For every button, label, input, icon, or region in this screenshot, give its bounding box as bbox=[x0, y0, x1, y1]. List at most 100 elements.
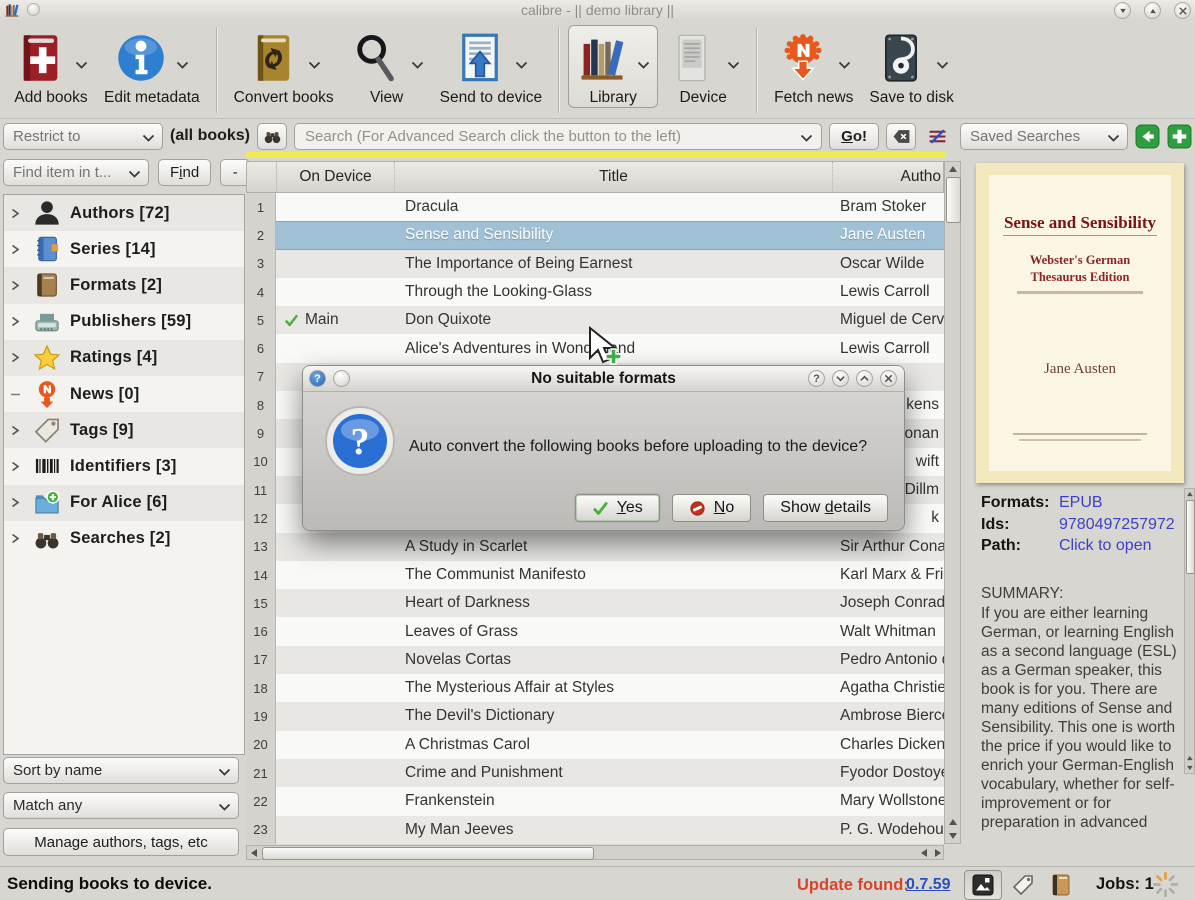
table-row[interactable]: 13A Study in ScarletSir Arthur Conan bbox=[246, 533, 944, 561]
table-row[interactable]: 22FrankensteinMary Wollstonec bbox=[246, 787, 944, 815]
match-combo[interactable]: Match any bbox=[3, 792, 239, 819]
maximize-button[interactable] bbox=[1144, 2, 1161, 19]
table-row[interactable]: 15Heart of DarknessJoseph Conrad bbox=[246, 589, 944, 617]
jobs-spinner-icon[interactable] bbox=[1152, 871, 1179, 898]
toolbar-save-to-disk[interactable]: Save to disk bbox=[861, 25, 961, 108]
scrollbar-thumb[interactable] bbox=[262, 847, 594, 860]
chevron-down-icon[interactable] bbox=[838, 61, 851, 69]
scrollbar-thumb[interactable] bbox=[1186, 500, 1195, 574]
chevron-down-icon[interactable] bbox=[800, 134, 813, 142]
toolbar-send-to-device[interactable]: Send to device bbox=[432, 25, 551, 108]
table-row[interactable]: 4Through the Looking-GlassLewis Carroll bbox=[246, 278, 944, 306]
table-row[interactable]: 6Alice's Adventures in WonderlandLewis C… bbox=[246, 334, 944, 362]
find-button[interactable]: Find bbox=[158, 159, 211, 186]
expander-icon[interactable] bbox=[11, 352, 24, 363]
sidebar-item-for-alice[interactable]: For Alice [6] bbox=[4, 485, 244, 521]
table-row[interactable]: 21Crime and PunishmentFyodor Dostoyev bbox=[246, 759, 944, 787]
table-row[interactable]: 20A Christmas CarolCharles Dickens bbox=[246, 731, 944, 759]
chevron-down-icon[interactable] bbox=[176, 61, 189, 69]
save-search-button[interactable] bbox=[1167, 124, 1192, 149]
dialog-restore-button[interactable] bbox=[856, 370, 873, 387]
minimize-button[interactable] bbox=[1114, 2, 1131, 19]
toolbar-fetch-news[interactable]: Fetch news bbox=[766, 25, 861, 108]
chevron-down-icon[interactable] bbox=[727, 61, 740, 69]
sort-by-combo[interactable]: Sort by name bbox=[3, 757, 239, 784]
column-header-title[interactable]: Title bbox=[395, 162, 833, 192]
table-row[interactable]: 17Novelas CortasPedro Antonio de bbox=[246, 646, 944, 674]
column-header-on-device[interactable]: On Device bbox=[277, 162, 395, 192]
expander-icon[interactable] bbox=[11, 280, 24, 291]
table-row[interactable]: 2Sense and SensibilityJane Austen bbox=[246, 221, 944, 249]
toolbar-convert-books[interactable]: Convert books bbox=[226, 25, 342, 108]
toolbar-add-books[interactable]: Add books bbox=[6, 25, 96, 108]
highlight-matches-button[interactable] bbox=[923, 123, 953, 150]
sidebar-item-identifiers[interactable]: Identifiers [3] bbox=[4, 448, 244, 484]
table-row[interactable]: 23My Man JeevesP. G. Wodehouse bbox=[246, 816, 944, 844]
toolbar-view[interactable]: View bbox=[342, 25, 432, 108]
expander-icon[interactable] bbox=[11, 316, 24, 327]
scroll-down-button[interactable] bbox=[945, 829, 960, 843]
advanced-search-button[interactable] bbox=[257, 123, 287, 150]
tag-browser-toggle-button[interactable] bbox=[1004, 870, 1042, 900]
isbn-link[interactable]: 9780497257972 bbox=[1059, 514, 1175, 536]
scroll-up-button[interactable] bbox=[945, 162, 960, 176]
restrict-to-combo[interactable]: Restrict to bbox=[3, 123, 163, 150]
show-details-button[interactable]: Show details bbox=[763, 494, 888, 522]
toolbar-device[interactable]: Device bbox=[658, 25, 748, 108]
horizontal-scrollbar[interactable] bbox=[246, 845, 944, 860]
sidebar-item-ratings[interactable]: Ratings [4] bbox=[4, 340, 244, 376]
scrollbar-thumb[interactable] bbox=[946, 177, 961, 223]
jobs-count[interactable]: Jobs: 1 bbox=[1096, 875, 1154, 894]
scroll-left-button[interactable] bbox=[247, 846, 260, 860]
path-link[interactable]: Click to open bbox=[1059, 535, 1152, 557]
sidebar-item-news[interactable]: News [0] bbox=[4, 376, 244, 412]
update-version-link[interactable]: 0.7.59 bbox=[906, 876, 950, 894]
dialog-pin-button[interactable] bbox=[333, 370, 350, 387]
chevron-down-icon[interactable] bbox=[75, 61, 88, 69]
table-row[interactable]: 18The Mysterious Affair at StylesAgatha … bbox=[246, 674, 944, 702]
manage-authors-button[interactable]: Manage authors, tags, etc bbox=[3, 828, 239, 856]
find-item-combo[interactable]: Find item in t... bbox=[3, 159, 149, 186]
table-row[interactable]: 5MainDon QuixoteMiguel de Cervan bbox=[246, 306, 944, 334]
search-input[interactable]: Search (For Advanced Search click the bu… bbox=[294, 123, 822, 150]
table-row[interactable]: 19The Devil's DictionaryAmbrose Bierce bbox=[246, 702, 944, 730]
chevron-down-icon[interactable] bbox=[308, 61, 321, 69]
vertical-scrollbar[interactable] bbox=[944, 161, 961, 844]
scroll-up-button[interactable] bbox=[945, 815, 960, 829]
expander-icon[interactable] bbox=[11, 461, 24, 472]
toolbar-edit-metadata[interactable]: Edit metadata bbox=[96, 25, 208, 108]
chevron-down-icon[interactable] bbox=[637, 61, 650, 69]
yes-button[interactable]: Yes bbox=[575, 494, 660, 522]
table-row[interactable]: 3The Importance of Being EarnestOscar Wi… bbox=[246, 250, 944, 278]
details-scrollbar[interactable] bbox=[1184, 488, 1195, 774]
table-row[interactable]: 16Leaves of GrassWalt Whitman bbox=[246, 617, 944, 645]
scroll-up-button[interactable] bbox=[1186, 491, 1192, 498]
sidebar-item-formats[interactable]: Formats [2] bbox=[4, 267, 244, 303]
clear-search-button[interactable] bbox=[886, 123, 916, 150]
toolbar-library[interactable]: Library bbox=[568, 25, 658, 108]
sidebar-item-searches[interactable]: Searches [2] bbox=[4, 521, 244, 557]
close-button[interactable] bbox=[1174, 2, 1191, 19]
sidebar-item-series[interactable]: Series [14] bbox=[4, 231, 244, 267]
expander-icon[interactable] bbox=[11, 533, 24, 544]
sidebar-item-tags[interactable]: Tags [9] bbox=[4, 412, 244, 448]
expander-icon[interactable] bbox=[11, 244, 24, 255]
chevron-down-icon[interactable] bbox=[515, 61, 528, 69]
cover-browser-button[interactable] bbox=[964, 870, 1002, 900]
scroll-left-button[interactable] bbox=[921, 849, 927, 857]
dialog-close-button[interactable] bbox=[880, 370, 897, 387]
dialog-help-button[interactable]: ? bbox=[808, 370, 825, 387]
search-go-button[interactable]: Go! bbox=[829, 123, 879, 150]
formats-link[interactable]: EPUB bbox=[1059, 492, 1103, 514]
sidebar-item-publishers[interactable]: Publishers [59] bbox=[4, 304, 244, 340]
expander-icon[interactable] bbox=[11, 425, 24, 436]
scroll-down-button[interactable] bbox=[1186, 765, 1192, 772]
sidebar-item-authors[interactable]: Authors [72] bbox=[4, 195, 244, 231]
scroll-right-button[interactable] bbox=[935, 849, 941, 857]
no-button[interactable]: No bbox=[672, 494, 751, 522]
chevron-down-icon[interactable] bbox=[411, 61, 424, 69]
chevron-down-icon[interactable] bbox=[936, 61, 949, 69]
saved-searches-combo[interactable]: Saved Searches bbox=[960, 123, 1128, 150]
book-cover[interactable]: Sense and Sensibility Webster's German T… bbox=[976, 163, 1184, 483]
expander-icon[interactable] bbox=[11, 208, 24, 219]
